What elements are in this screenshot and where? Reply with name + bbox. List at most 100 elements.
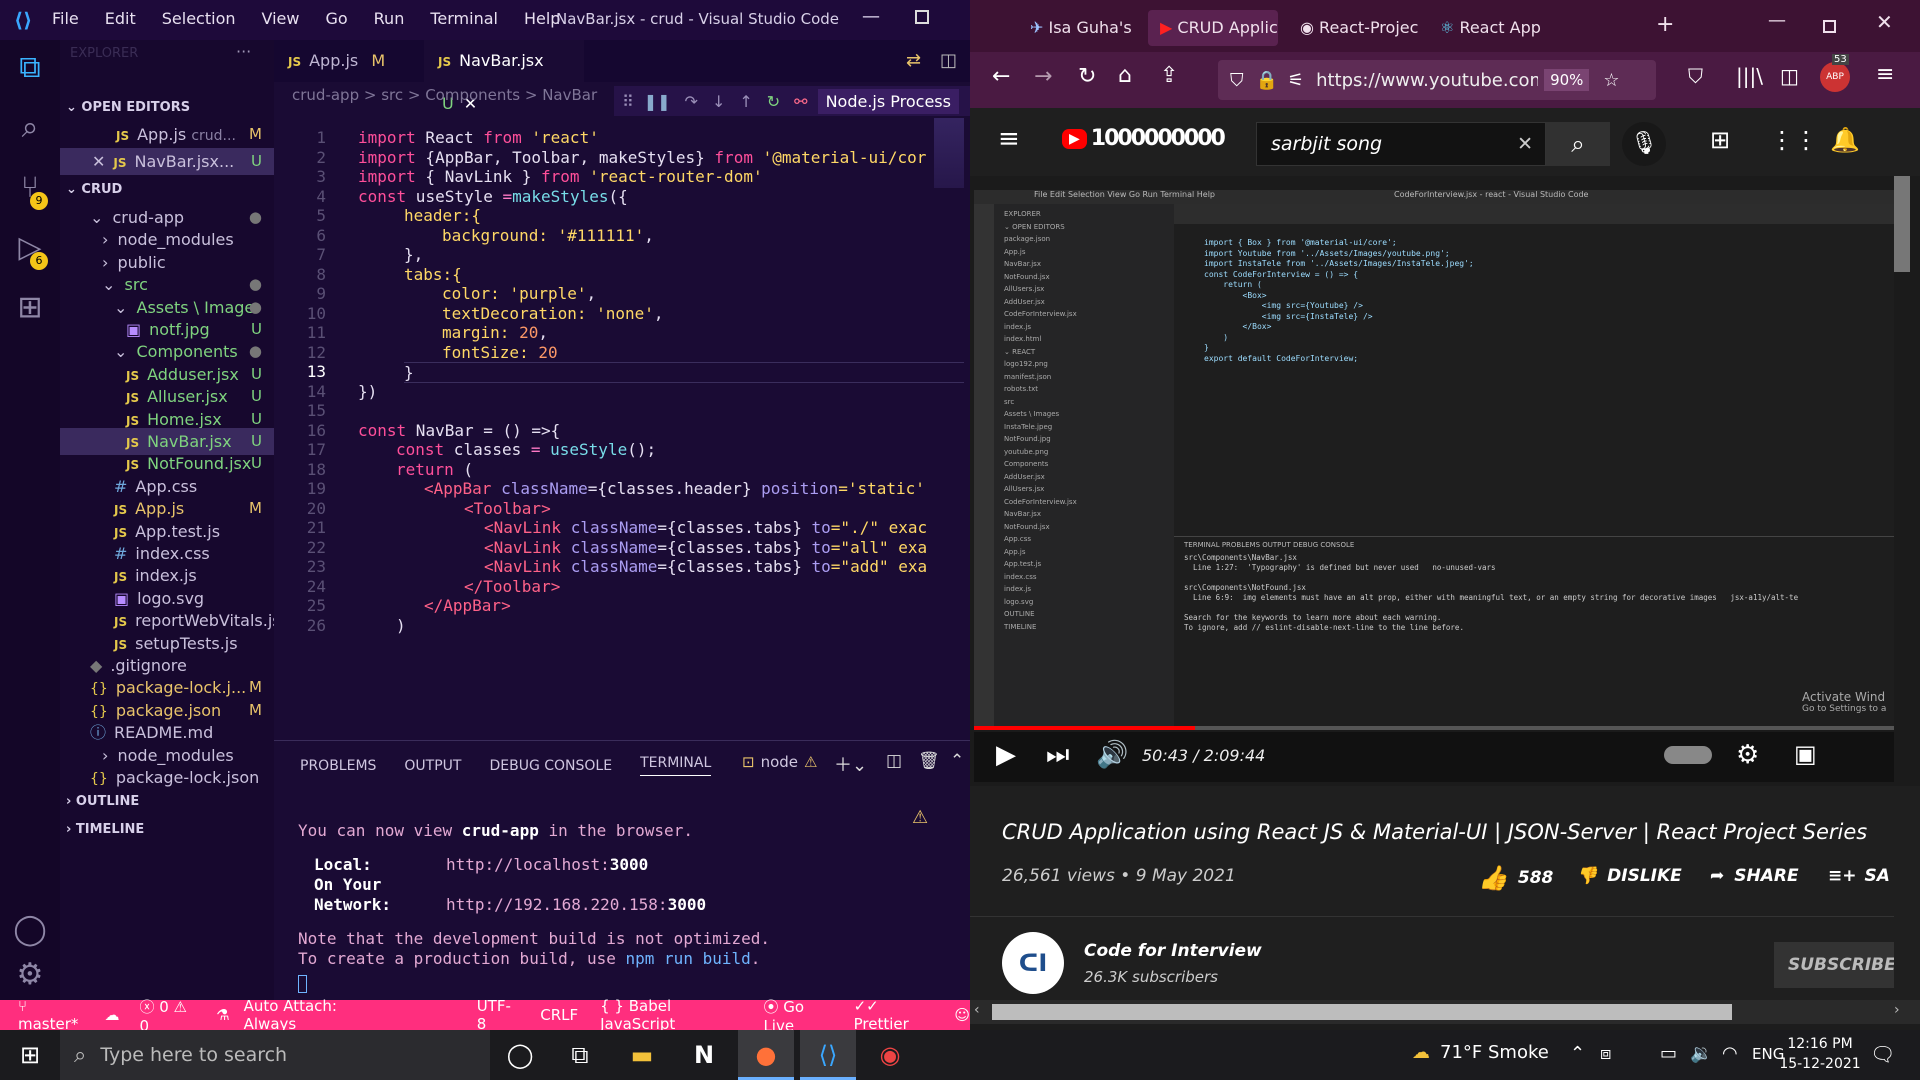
cortana-icon[interactable]: ◯: [492, 1030, 548, 1080]
file-tree-item[interactable]: {} package-lock.json: [60, 764, 274, 791]
settings-gear-icon[interactable]: ⚙: [10, 955, 50, 995]
start-windows-icon[interactable]: ⊞: [2, 1030, 58, 1080]
menu-view[interactable]: View: [262, 9, 300, 28]
tab-output[interactable]: OUTPUT: [404, 758, 461, 774]
dislike-button[interactable]: 👎 DISLIKE: [1576, 866, 1682, 886]
auto-attach-status[interactable]: Auto Attach: Always: [244, 997, 387, 1033]
step-out-icon[interactable]: ↑: [739, 92, 752, 111]
battery-icon[interactable]: ▭: [1660, 1043, 1677, 1064]
terminal-selector[interactable]: ⊡ node ⚠: [742, 753, 817, 771]
menu-go[interactable]: Go: [325, 9, 347, 28]
tab-navbar-jsx[interactable]: JS NavBar.jsx U ✕: [424, 40, 584, 113]
pocket-icon[interactable]: ⛉: [1688, 64, 1703, 88]
search-button[interactable]: ⌕: [1546, 122, 1610, 166]
extensions-icon[interactable]: ⊞: [10, 288, 50, 328]
mic-icon[interactable]: 🎙: [1622, 122, 1666, 166]
volume-icon[interactable]: 🔊: [1096, 740, 1128, 770]
debug-session-label[interactable]: Node.js Process: [817, 88, 959, 114]
tab-problems[interactable]: PROBLEMS: [300, 758, 376, 774]
explorer-icon[interactable]: ⧉: [10, 48, 50, 88]
permissions-icon[interactable]: ⚟: [1288, 70, 1304, 91]
scroll-left-icon[interactable]: ‹: [974, 1002, 980, 1018]
back-icon[interactable]: ←: [992, 64, 1010, 89]
browser-tab[interactable]: ⚛ React App: [1428, 10, 1558, 46]
maximize-icon[interactable]: [915, 10, 929, 24]
video-player[interactable]: File Edit Selection View Go Run Terminal…: [970, 176, 1920, 786]
menu-edit[interactable]: Edit: [105, 9, 136, 28]
open-editors-section[interactable]: ⌄ OPEN EDITORS: [60, 94, 274, 121]
browser-tab[interactable]: ✈ Isa Guha's 'dou: [1018, 10, 1138, 46]
weather-widget[interactable]: ☁ 71°F Smoke: [1412, 1042, 1549, 1063]
video-progress[interactable]: [974, 726, 1894, 730]
browser-tab[interactable]: ◉ React-Projects/: [1288, 10, 1418, 46]
horizontal-scrollbar[interactable]: ‹ ›: [970, 1000, 1920, 1024]
close-icon[interactable]: ✕: [92, 152, 105, 171]
pause-icon[interactable]: ❚❚: [644, 92, 671, 111]
browser-tab-active[interactable]: ▶ CRUD Applic✕: [1148, 10, 1278, 46]
bookmark-star-icon[interactable]: ☆: [1603, 70, 1619, 91]
open-editor-item[interactable]: ✕ JS NavBar.jsx... U: [60, 148, 274, 175]
zoom-level[interactable]: 90%: [1544, 69, 1590, 91]
autoplay-toggle[interactable]: [1664, 746, 1712, 764]
eol-status[interactable]: CRLF: [540, 1006, 578, 1024]
taskbar-search[interactable]: ⌕ Type here to search: [60, 1030, 490, 1080]
scroll-right-icon[interactable]: ›: [1894, 1002, 1900, 1018]
save-button[interactable]: ≡+ SA: [1828, 866, 1890, 886]
menu-icon[interactable]: ≡: [998, 124, 1020, 154]
clear-search-icon[interactable]: ✕: [1517, 133, 1533, 155]
channel-avatar[interactable]: ᑕI: [1002, 932, 1064, 994]
video-frame[interactable]: File Edit Selection View Go Run Terminal…: [974, 190, 1894, 730]
apps-grid-icon[interactable]: ⋮⋮: [1770, 126, 1818, 154]
clock[interactable]: 12:16 PM 15-12-2021: [1770, 1034, 1870, 1074]
file-explorer-icon[interactable]: ▬: [614, 1030, 670, 1080]
forward-icon[interactable]: →: [1034, 64, 1052, 89]
miniplayer-icon[interactable]: ▣: [1794, 740, 1817, 768]
timeline-section[interactable]: › TIMELINE: [60, 816, 274, 843]
menu-help[interactable]: Help: [524, 9, 560, 28]
chrome-taskbar-icon[interactable]: ◉: [862, 1030, 918, 1080]
split-editor-icon[interactable]: ◫: [940, 50, 957, 71]
youtube-search-input[interactable]: sarbjit song ✕: [1256, 122, 1546, 166]
terminal-output[interactable]: You can now view crud-app in the browser…: [298, 821, 770, 993]
restart-icon[interactable]: ↻: [767, 92, 780, 111]
open-editor-item[interactable]: JS App.js crud... M: [60, 121, 274, 148]
branch-status[interactable]: ⑂ master*: [18, 997, 88, 1033]
home-icon[interactable]: ⌂: [1118, 63, 1132, 88]
tray-chevron-icon[interactable]: ⌃: [1570, 1043, 1585, 1064]
tab-terminal[interactable]: TERMINAL: [640, 755, 712, 776]
next-icon[interactable]: ⏭: [1046, 740, 1069, 771]
code-editor[interactable]: 1 2 3 4 5 6 7 8 9 10 11 12 13 14 15 16 17 18 19 20 21 22 23 24 2…: [274, 112, 970, 740]
prettier-status[interactable]: ✓✓ Prettier: [854, 997, 935, 1033]
share-button[interactable]: ➦ SHARE: [1710, 866, 1799, 886]
go-live-button[interactable]: ⦿ Go Live: [763, 996, 835, 1035]
subscribe-button[interactable]: SUBSCRIBE: [1774, 942, 1894, 988]
debug-status-icon[interactable]: ⚗: [216, 1006, 229, 1024]
tab-app-js[interactable]: JS App.js M: [274, 40, 414, 82]
scroll-thumb[interactable]: [992, 1004, 1732, 1020]
search-icon[interactable]: ⌕: [10, 108, 50, 148]
more-actions-icon[interactable]: ···: [236, 42, 251, 61]
notion-icon[interactable]: N: [676, 1030, 732, 1080]
disconnect-icon[interactable]: ⚯: [794, 92, 807, 111]
step-over-icon[interactable]: ↷: [685, 92, 698, 111]
maximize-panel-icon[interactable]: ⌃: [950, 751, 964, 771]
notifications-icon[interactable]: 🔔: [1830, 126, 1860, 154]
volume-tray-icon[interactable]: 🔉: [1690, 1043, 1712, 1064]
encoding-status[interactable]: UTF-8: [477, 997, 519, 1033]
maximize-icon[interactable]: [1823, 20, 1836, 33]
menu-run[interactable]: Run: [374, 9, 405, 28]
firefox-taskbar-icon[interactable]: ●: [738, 1030, 794, 1080]
tray-network-icon[interactable]: ⧈: [1600, 1043, 1611, 1064]
reload-icon[interactable]: ↻: [1078, 64, 1096, 89]
url-bar[interactable]: ⛉ 🔒 ⚟ https://www.youtube.com/wat 90% ☆: [1218, 60, 1656, 100]
tab-debug-console[interactable]: DEBUG CONSOLE: [489, 758, 612, 774]
menu-file[interactable]: File: [52, 9, 79, 28]
step-into-icon[interactable]: ↓: [712, 92, 725, 111]
account-icon[interactable]: ◯: [10, 910, 50, 950]
trash-icon[interactable]: 🗑: [918, 751, 940, 771]
outline-section[interactable]: › OUTLINE: [60, 788, 274, 815]
library-icon[interactable]: |||\: [1736, 64, 1763, 88]
crud-section[interactable]: ⌄ CRUD: [60, 176, 274, 203]
lock-icon[interactable]: 🔒: [1256, 70, 1278, 91]
task-view-icon[interactable]: ⧉: [552, 1030, 608, 1080]
